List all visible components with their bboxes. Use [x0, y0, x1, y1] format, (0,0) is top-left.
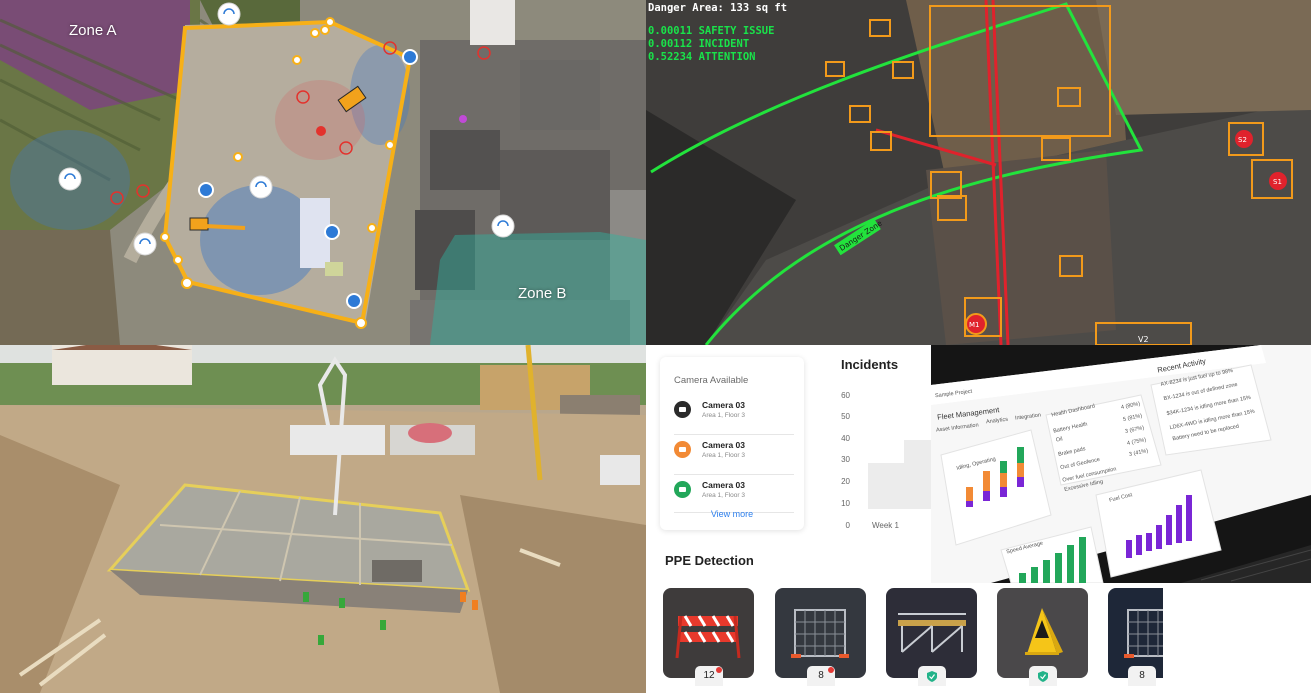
barrier-icon — [675, 615, 741, 659]
excavation-photo-panel — [0, 345, 646, 693]
ppe-count: 8 — [818, 670, 824, 681]
safety-issue-line: 0.00011 SAFETY ISSUE — [648, 25, 775, 37]
incidents-x-tick: Week 1 — [872, 521, 899, 530]
camera-available-title: Camera Available — [674, 375, 749, 386]
incidents-y-tick: 40 — [841, 434, 850, 443]
shield-check-icon — [927, 671, 937, 682]
ppe-status-badge — [918, 666, 946, 686]
ppe-count-badge: 8 — [1128, 666, 1156, 686]
laptop-fleet-dashboard: Sample Project Fleet Management Asset In… — [931, 345, 1311, 583]
excavation-photo-image — [0, 345, 646, 693]
marker-s1: S1 — [1273, 178, 1282, 186]
ppe-count-badge: 12 — [695, 666, 723, 686]
ppe-count: 12 — [703, 670, 715, 681]
view-more-link[interactable]: View more — [660, 509, 804, 519]
danger-area-title: Danger Area: 133 sq ft — [648, 2, 788, 14]
zone-b-label: Zone B — [518, 285, 567, 302]
marker-m1: M1 — [969, 321, 980, 329]
ppe-card-fence[interactable]: 8 — [1108, 588, 1169, 686]
incidents-y-tick: 60 — [841, 391, 850, 400]
camera-available-card: Camera Available Camera 03 Area 1, Floor… — [660, 357, 804, 530]
divider — [674, 434, 794, 435]
ppe-card-barrier[interactable]: 12 — [663, 588, 754, 686]
wet-floor-sign-icon — [1025, 608, 1063, 655]
camera-name: Camera 03 — [702, 440, 746, 450]
fence-icon — [791, 609, 849, 658]
marker-v2: V2 — [1138, 335, 1149, 344]
site-map-panel: Zone A Zone B — [0, 0, 646, 345]
danger-area-panel: S2 S1 M1 V2 Danger Zone Danger Area: 133… — [646, 0, 1311, 345]
composite-grid: Zone A Zone B S2 S1 M1 V2 Danger Zone Da… — [0, 0, 1311, 693]
incident-line: 0.00112 INCIDENT — [648, 38, 750, 50]
attention-line: 0.52234 ATTENTION — [648, 51, 756, 63]
fence-icon — [1124, 609, 1169, 658]
dashboard-panel: Camera Available Camera 03 Area 1, Floor… — [646, 345, 1311, 693]
camera-icon — [674, 481, 691, 498]
ppe-count: 8 — [1139, 670, 1145, 681]
incidents-bar — [904, 440, 934, 509]
incidents-y-tick: 0 — [845, 521, 850, 530]
alert-dot — [828, 667, 834, 673]
camera-list-item[interactable]: Camera 03 Area 1, Floor 3 — [674, 397, 794, 433]
camera-list-item[interactable]: Camera 03 Area 1, Floor 3 — [674, 477, 794, 513]
incidents-y-tick: 20 — [841, 477, 850, 486]
ppe-status-badge — [1029, 666, 1057, 686]
marker-s2: S2 — [1238, 136, 1247, 144]
zone-a-label: Zone A — [69, 22, 117, 39]
incidents-bar — [868, 463, 908, 509]
ppe-detection-title: PPE Detection — [665, 553, 754, 568]
incidents-title: Incidents — [841, 357, 899, 372]
incidents-y-tick: 30 — [841, 455, 850, 464]
camera-location: Area 1, Floor 3 — [702, 492, 745, 499]
camera-location: Area 1, Floor 3 — [702, 412, 745, 419]
ppe-count-badge: 8 — [807, 666, 835, 686]
camera-list-item[interactable]: Camera 03 Area 1, Floor 3 — [674, 437, 794, 473]
camera-location: Area 1, Floor 3 — [702, 452, 745, 459]
camera-icon — [674, 401, 691, 418]
incidents-y-tick: 10 — [841, 499, 850, 508]
scaffold-icon — [898, 613, 966, 653]
ppe-card-wet-floor-sign[interactable] — [997, 588, 1088, 686]
camera-name: Camera 03 — [702, 400, 746, 410]
shield-check-icon — [1038, 671, 1048, 682]
alert-dot — [716, 667, 722, 673]
camera-icon — [674, 441, 691, 458]
incidents-y-tick: 50 — [841, 412, 850, 421]
ppe-card-scaffold[interactable] — [886, 588, 977, 686]
camera-name: Camera 03 — [702, 480, 746, 490]
divider — [674, 474, 794, 475]
ppe-card-fence[interactable]: 8 — [775, 588, 866, 686]
